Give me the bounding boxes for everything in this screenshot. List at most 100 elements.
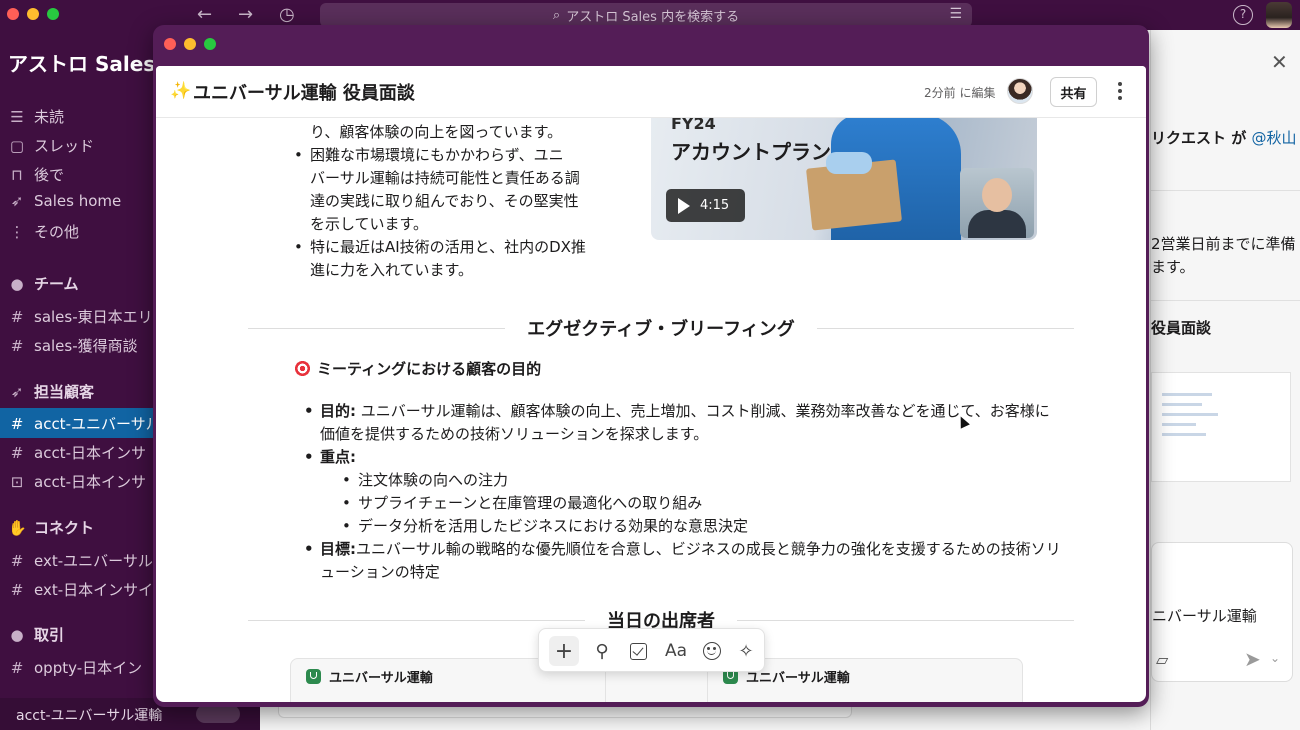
- team-emoji-icon: ●: [10, 274, 24, 293]
- search-bar[interactable]: ⌕ アストロ Sales 内を検索する ☰: [320, 3, 972, 27]
- intro-bullet-list: ションとデジタル技術への投資によ り、顧客体験の向上を図っています。 困難な市場…: [292, 98, 598, 282]
- list-item: 特に最近はAI技術の活用と、社内のDX推 進に力を入れています。: [292, 236, 598, 282]
- purpose-label: 目的:: [320, 402, 356, 420]
- mention-link[interactable]: @秋山: [1251, 129, 1296, 147]
- deadline-text-cont: ます。: [1151, 258, 1195, 276]
- thread-composer[interactable]: ニバーサル運輸 ▱ ➤ ⌄: [1151, 542, 1293, 682]
- sidebar-item-more[interactable]: ⋮ その他: [8, 221, 80, 242]
- video-duration: 4:15: [700, 198, 730, 213]
- list-item: データ分析を活用したビジネスにおける効果的な意思決定: [340, 515, 1062, 538]
- handshake-emoji-icon: ✋: [8, 518, 27, 537]
- more-vertical-icon: ⋮: [9, 222, 25, 241]
- canvas-title[interactable]: ユニバーサル運輸 役員面談: [193, 79, 415, 105]
- emoji-icon[interactable]: [697, 636, 727, 666]
- hash-icon: #: [10, 551, 24, 570]
- search-filter-icon[interactable]: ☰: [949, 6, 962, 22]
- close-icon[interactable]: ✕: [1271, 50, 1288, 74]
- right-side-panel: ✕ リクエスト が @秋山 2営業日前までに準備 ます。 役員面談 ニバーサル運…: [1150, 30, 1300, 730]
- canvas-reference-title[interactable]: 役員面談: [1151, 317, 1211, 338]
- more-options-icon[interactable]: [1112, 78, 1128, 104]
- close-canvas-window-button[interactable]: [164, 38, 176, 50]
- video-presenter-thumbnail: [960, 168, 1034, 238]
- hash-icon: #: [10, 336, 24, 355]
- canvas-body: ションとデジタル技術への投資によ り、顧客体験の向上を図っています。 困難な市場…: [156, 98, 1146, 702]
- huddle-toggle[interactable]: [196, 705, 240, 723]
- search-icon: ⌕: [552, 7, 561, 23]
- minimize-window-button[interactable]: [27, 8, 39, 20]
- list-item: サプライチェーンと在庫管理の最適化への取り組み: [340, 492, 1062, 515]
- share-button[interactable]: 共有: [1050, 77, 1097, 107]
- ai-sparkle-icon[interactable]: ✧: [731, 636, 761, 666]
- zoom-window-button[interactable]: [47, 8, 59, 20]
- canvas-format-toolbar: + ⚲ Aa ✧: [538, 628, 765, 672]
- history-clock-icon[interactable]: ◷: [279, 4, 295, 25]
- sidebar-channel[interactable]: # sales-東日本エリ: [8, 306, 153, 327]
- sidebar-item-sales-home[interactable]: ➶ Sales home: [8, 192, 122, 210]
- bg-window-controls: [7, 8, 59, 20]
- sidebar-channel-active[interactable]: # acct-ユニバーサル: [8, 413, 161, 434]
- edit-icon[interactable]: ▱: [1156, 650, 1168, 669]
- target-icon: [294, 360, 311, 377]
- minimize-canvas-window-button[interactable]: [184, 38, 196, 50]
- target-text: ユニバーサル輸の戦略的な優先順位を合意し、ビジネスの成長と競争力の強化を支援する…: [320, 540, 1061, 581]
- text-format-icon[interactable]: Aa: [661, 636, 691, 666]
- attachment-clip-icon[interactable]: ⚲: [587, 636, 617, 666]
- canvas-thumbnail[interactable]: [1151, 372, 1291, 482]
- sidebar-channel[interactable]: # ext-ユニバーサル: [8, 550, 153, 571]
- last-edited-label: 2分前 に編集: [924, 86, 996, 100]
- composer-text: ニバーサル運輸: [1152, 607, 1257, 625]
- sidebar-channel[interactable]: # acct-日本インサ: [8, 442, 146, 463]
- editor-avatar[interactable]: [1007, 78, 1033, 104]
- list-item: 目的: ユニバーサル運輸は、顧客体験の向上、売上増加、コスト削減、業務効率改善な…: [302, 400, 1062, 446]
- hash-icon: #: [10, 580, 24, 599]
- video-play-button[interactable]: 4:15: [666, 189, 745, 222]
- insert-plus-icon[interactable]: +: [549, 636, 579, 666]
- hash-icon: #: [10, 414, 24, 433]
- user-avatar[interactable]: [1266, 2, 1292, 28]
- hash-icon: #: [10, 307, 24, 326]
- list-item: 困難な市場環境にもかかわらず、ユニ バーサル運輸は持続可能性と責任ある調 達の実…: [292, 144, 598, 236]
- section-heading-briefing: エグゼクティブ・ブリーフィング: [248, 315, 1075, 341]
- purpose-text: ユニバーサル運輸は、顧客体験の向上、売上増加、コスト削減、業務効率改善などを通じ…: [320, 402, 1050, 443]
- canvas-window-controls: [164, 38, 216, 50]
- focus-sub-list: 注文体験の向への注力 サプライチェーンと在庫管理の最適化への取り組み データ分析…: [320, 469, 1062, 538]
- send-icon[interactable]: ➤: [1244, 647, 1261, 671]
- sidebar-channel[interactable]: # oppty-日本イン: [8, 657, 142, 678]
- account-plan-video[interactable]: FY24 アカウントプラン 4:15: [651, 114, 1037, 240]
- panel-divider: [1151, 300, 1300, 301]
- sidebar-channel[interactable]: # ext-日本インサイ: [8, 579, 153, 600]
- sidebar-section-connect[interactable]: ✋ コネクト: [8, 517, 94, 538]
- search-placeholder: アストロ Sales 内を検索する: [566, 9, 740, 25]
- close-window-button[interactable]: [7, 8, 19, 20]
- sidebar-section-deals[interactable]: ● 取引: [8, 624, 64, 645]
- sidebar-item-threads[interactable]: ▢ スレッド: [8, 135, 94, 156]
- hash-icon: #: [10, 658, 24, 677]
- list-item: 目標:ユニバーサル輸の戦略的な優先順位を合意し、ビジネスの成長と競争力の強化を支…: [302, 538, 1062, 584]
- sidebar-channel[interactable]: ⊡ acct-日本インサ: [8, 471, 146, 492]
- threads-icon: ▢: [9, 136, 25, 155]
- lock-icon: ⊡: [10, 472, 24, 491]
- workspace-name[interactable]: アストロ Sales: [8, 48, 155, 77]
- sidebar-section-team[interactable]: ● チーム: [8, 273, 78, 294]
- sidebar-item-unread[interactable]: ☰ 未読: [8, 106, 64, 127]
- money-emoji-icon: ●: [10, 625, 24, 644]
- back-arrow-icon[interactable]: ←: [197, 4, 212, 25]
- sidebar-channel[interactable]: # sales-獲得商談: [8, 335, 138, 356]
- sidebar-item-later[interactable]: ⊓ 後で: [8, 164, 64, 185]
- hash-icon: #: [10, 443, 24, 462]
- deadline-text: 2営業日前までに準備: [1151, 235, 1296, 253]
- list-item: 重点: 注文体験の向への注力 サプライチェーンと在庫管理の最適化への取り組み デ…: [302, 446, 1062, 538]
- video-glove-figure: [826, 152, 872, 174]
- bookmark-icon: ⊓: [11, 165, 23, 184]
- zoom-canvas-window-button[interactable]: [204, 38, 216, 50]
- rocket-icon: ➶: [10, 192, 24, 210]
- help-icon[interactable]: ?: [1233, 5, 1253, 25]
- checklist-icon[interactable]: [623, 636, 653, 666]
- request-text: リクエスト が @秋山: [1151, 129, 1297, 147]
- chevron-down-icon[interactable]: ⌄: [1270, 651, 1280, 665]
- rocket-emoji-icon: ➶: [10, 382, 24, 401]
- goal-bullet-list: 目的: ユニバーサル運輸は、顧客体験の向上、売上増加、コスト削減、業務効率改善な…: [302, 400, 1062, 584]
- sidebar-section-accounts[interactable]: ➶ 担当顧客: [8, 381, 94, 402]
- forward-arrow-icon[interactable]: →: [238, 4, 253, 25]
- panel-divider: [1151, 190, 1300, 191]
